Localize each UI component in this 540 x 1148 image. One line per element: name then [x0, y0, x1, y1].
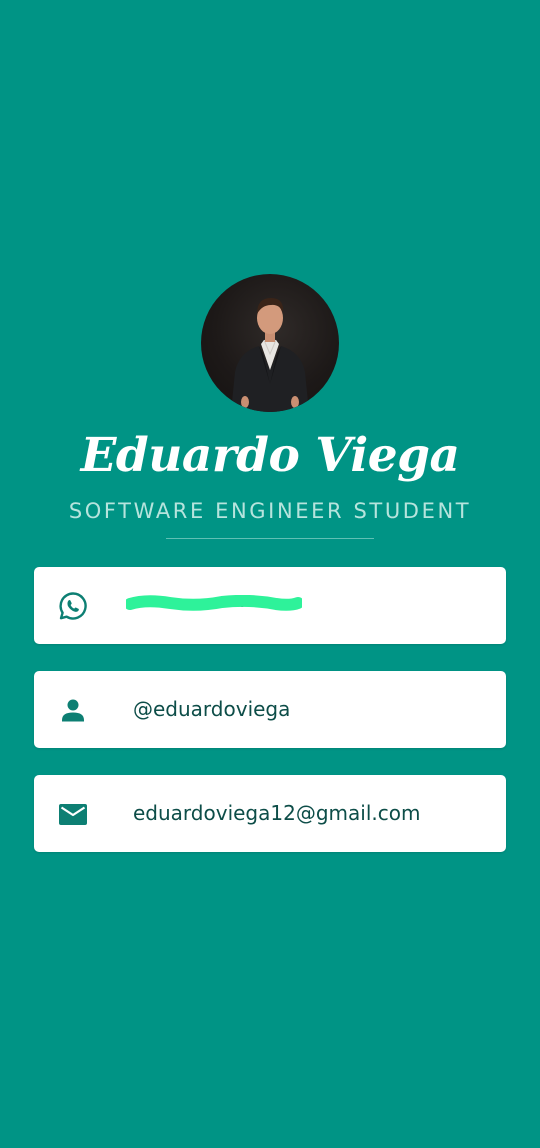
username-card[interactable]: @eduardoviega	[34, 671, 506, 748]
person-icon	[58, 695, 88, 725]
title-divider	[166, 538, 374, 539]
phone-card[interactable]: •••• •• •••••	[34, 567, 506, 644]
profile-avatar	[201, 274, 339, 412]
profile-photo	[231, 298, 309, 412]
profile-name: Eduardo Viega	[80, 428, 460, 483]
email-icon	[58, 799, 88, 829]
email-card[interactable]: eduardoviega12@gmail.com	[34, 775, 506, 852]
redaction-mark	[126, 595, 302, 611]
email-text: eduardoviega12@gmail.com	[133, 801, 421, 825]
username-text: @eduardoviega	[133, 697, 291, 721]
whatsapp-icon	[58, 591, 88, 621]
profile-screen: Eduardo Viega SOFTWARE ENGINEER STUDENT …	[0, 0, 540, 1148]
profile-title: SOFTWARE ENGINEER STUDENT	[68, 499, 472, 523]
